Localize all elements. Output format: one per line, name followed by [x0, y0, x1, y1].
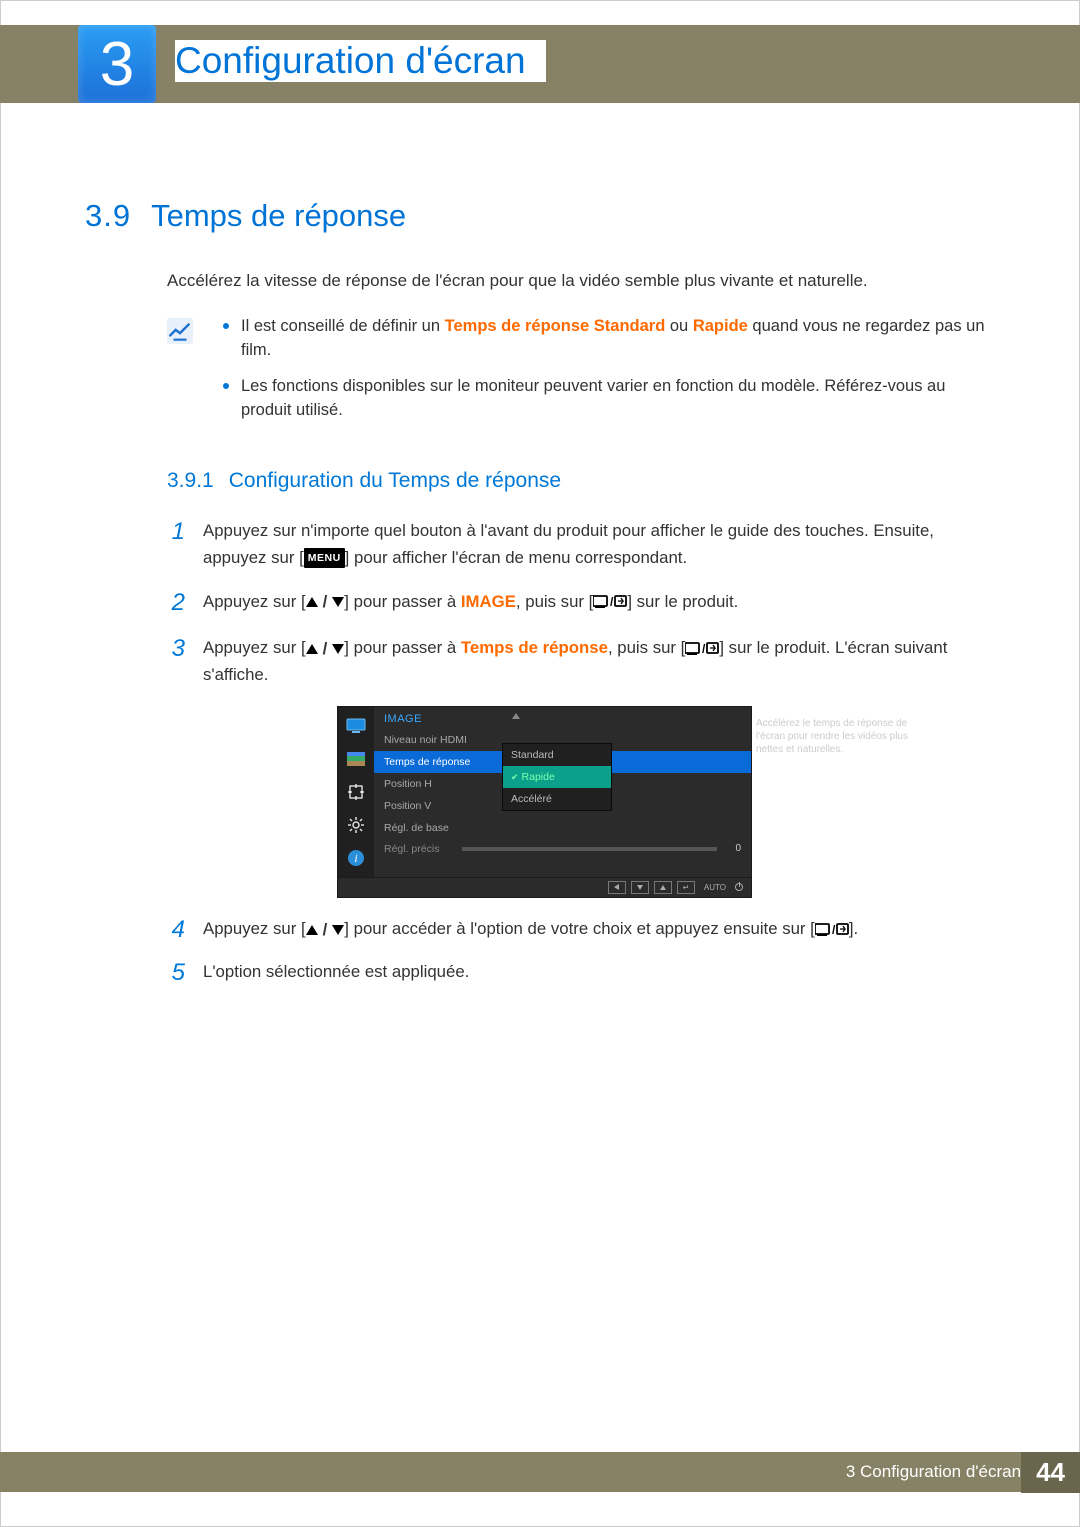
section-number: 3.9: [85, 198, 131, 234]
osd-nav-enter-icon: ↵: [677, 881, 695, 894]
osd-category-label: IMAGE: [374, 707, 751, 725]
osd-option-standard: Standard: [503, 744, 611, 766]
osd-tooltip: Accélérez le temps de réponse de l'écran…: [756, 717, 936, 756]
footer-chapter-label: 3 Configuration d'écran: [846, 1462, 1021, 1482]
up-down-arrows-icon: /: [306, 589, 345, 615]
osd-slider: [462, 847, 717, 851]
note-icon: [167, 318, 193, 344]
emphasis-image: IMAGE: [461, 592, 516, 611]
osd-picture-icon: [345, 748, 367, 770]
section-intro: Accélérez la vitesse de réponse de l'écr…: [167, 269, 995, 293]
emphasis-standard: Temps de réponse Standard: [445, 317, 666, 335]
osd-nav-power-icon: [735, 883, 743, 891]
osd-scroll-up-icon: [512, 713, 520, 719]
step-text-4: Appuyez sur [/] pour accéder à l'option …: [203, 916, 995, 943]
emphasis-temps: Temps de réponse: [461, 638, 608, 657]
osd-sidebar: i: [338, 707, 374, 877]
subsection-number: 3.9.1: [167, 469, 214, 493]
step-text-2: Appuyez sur [/] pour passer à IMAGE, pui…: [203, 589, 995, 616]
osd-options-popup: Standard Rapide Accéléré: [502, 743, 612, 811]
emphasis-rapide: Rapide: [693, 317, 748, 335]
step-number-1: 1: [167, 518, 185, 547]
footer-page-number: 44: [1021, 1452, 1080, 1493]
enter-source-icon: /: [593, 592, 627, 611]
step-number-5: 5: [167, 959, 185, 988]
svg-text:/: /: [702, 642, 706, 656]
osd-slider-value: 0: [723, 843, 741, 854]
osd-option-accelere: Accéléré: [503, 788, 611, 810]
note-block: Il est conseillé de définir un Temps de …: [167, 315, 995, 435]
menu-key-icon: MENU: [304, 548, 345, 568]
step-text-5: L'option sélectionnée est appliquée.: [203, 959, 995, 985]
osd-nav-bar: ↵ AUTO: [338, 877, 751, 897]
step-text-1: Appuyez sur n'importe quel bouton à l'av…: [203, 518, 995, 570]
svg-text:/: /: [832, 923, 836, 937]
enter-source-icon: /: [685, 638, 719, 657]
section-title: Temps de réponse: [151, 198, 406, 234]
osd-monitor-icon: [345, 715, 367, 737]
osd-nav-up-icon: [654, 881, 672, 894]
note-item-2: Les fonctions disponibles sur le moniteu…: [223, 375, 995, 423]
osd-screenshot: i IMAGE Niveau noir HDMI Temps de répons…: [337, 706, 752, 898]
up-down-arrows-icon: /: [306, 636, 345, 662]
svg-text:/: /: [610, 595, 614, 609]
footer-band: 3 Configuration d'écran 44: [0, 1452, 1080, 1492]
osd-option-rapide: Rapide: [503, 766, 611, 788]
osd-nav-auto-label: AUTO: [700, 883, 730, 892]
osd-gear-icon: [345, 814, 367, 836]
osd-info-icon: i: [345, 847, 367, 869]
step-number-4: 4: [167, 916, 185, 945]
svg-text:i: i: [354, 851, 357, 865]
osd-nav-left-icon: [608, 881, 626, 894]
note-item-1: Il est conseillé de définir un Temps de …: [223, 315, 995, 363]
osd-item-coarse: Régl. de base: [374, 817, 751, 839]
step-text-3: Appuyez sur [/] pour passer à Temps de r…: [203, 635, 995, 688]
subsection-title: Configuration du Temps de réponse: [229, 469, 561, 493]
osd-nav-down-icon: [631, 881, 649, 894]
osd-size-icon: [345, 781, 367, 803]
osd-item-fine: Régl. précis: [384, 843, 456, 855]
step-number-2: 2: [167, 589, 185, 618]
up-down-arrows-icon: /: [306, 917, 345, 943]
enter-source-icon: /: [815, 919, 849, 938]
step-number-3: 3: [167, 635, 185, 664]
